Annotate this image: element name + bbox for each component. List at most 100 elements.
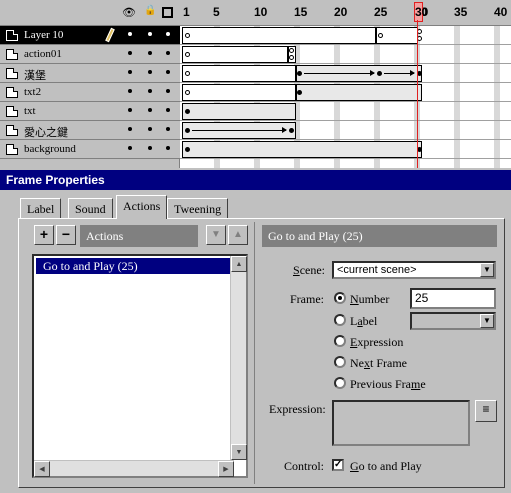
lock-dot[interactable] [148,32,152,36]
actions-header: Actions [80,225,198,247]
remove-action-button[interactable]: − [56,225,76,245]
tab-label[interactable]: Label [20,198,62,218]
keyframe[interactable] [185,128,190,133]
scroll-right-button[interactable]: ▶ [218,461,234,477]
frame-span[interactable] [182,27,376,44]
scroll-down-button[interactable]: ▼ [231,444,247,460]
ruler-label: 25 [374,5,388,19]
lock-icon[interactable]: 🔒 [144,5,156,16]
layer-row-background[interactable]: background [0,140,180,159]
keyframe[interactable] [377,71,382,76]
empty-keyframe[interactable] [378,33,383,38]
expression-editor-button[interactable]: ≡ [475,400,497,422]
number-radio[interactable] [334,292,346,304]
outline-icon[interactable] [162,7,173,18]
layer-row-txt2[interactable]: txt2 [0,83,180,102]
outline-dot[interactable] [166,127,170,131]
ruler-label: 10 [254,5,268,19]
layer-name: txt2 [24,86,42,98]
frames-grid[interactable] [180,26,511,168]
move-up-button[interactable]: ▲ [228,225,248,245]
layer-row-heart-key[interactable]: 愛心之鍵 [0,121,180,140]
frame-ruler[interactable]: 1 5 10 15 20 25 30 35 40 [180,0,511,26]
chevron-down-icon[interactable]: ▼ [480,314,494,328]
lock-dot[interactable] [148,70,152,74]
outline-dot[interactable] [166,108,170,112]
expression-radio[interactable] [334,335,346,347]
layer-icon [6,87,18,98]
frame-row [180,121,511,140]
visible-dot[interactable] [128,32,132,36]
visible-dot[interactable] [128,108,132,112]
number-radio-label: Number [350,292,390,306]
outline-dot[interactable] [166,146,170,150]
tab-tweening[interactable]: Tweening [167,198,229,218]
horizontal-scrollbar[interactable]: ◀ ▶ [34,460,234,477]
layer-icon [6,68,18,79]
add-action-button[interactable]: + [34,225,54,245]
playhead[interactable]: 30 [414,0,428,168]
keyframe[interactable] [289,128,294,133]
list-item[interactable]: Go to and Play (25) [36,258,232,274]
expression-field[interactable] [332,400,470,446]
ruler-label: 15 [294,5,308,19]
frame-span[interactable] [182,84,296,101]
layer-icon [6,144,18,155]
visible-dot[interactable] [128,146,132,150]
visible-dot[interactable] [128,51,132,55]
empty-keyframe[interactable] [185,71,190,76]
layer-row-action01[interactable]: action01 [0,45,180,64]
eye-icon[interactable]: 👁 [122,6,136,19]
outline-dot[interactable] [166,32,170,36]
lock-dot[interactable] [148,51,152,55]
empty-keyframe[interactable] [289,55,294,60]
keyframe[interactable] [297,90,302,95]
scene-dropdown[interactable]: <current scene> ▼ [332,261,496,279]
frame-row [180,64,511,83]
empty-keyframe[interactable] [185,90,190,95]
frame-span[interactable] [182,103,296,120]
vertical-scrollbar[interactable]: ▲ ▼ [230,256,247,460]
previous-frame-radio[interactable] [334,377,346,389]
frame-span[interactable] [296,84,422,101]
layer-row-txt[interactable]: txt [0,102,180,121]
outline-dot[interactable] [166,51,170,55]
layer-row-layer-10[interactable]: Layer 10 [0,26,180,45]
visible-dot[interactable] [128,89,132,93]
action-list[interactable]: Go to and Play (25) ▲ ▼ ◀ ▶ [32,254,248,478]
playhead-marker[interactable]: 30 [414,2,428,22]
label-dropdown[interactable]: ▼ [410,312,496,330]
outline-dot[interactable] [166,89,170,93]
visible-dot[interactable] [128,70,132,74]
tab-actions[interactable]: Actions [116,195,168,219]
move-down-button[interactable]: ▼ [206,225,226,245]
scroll-left-button[interactable]: ◀ [34,461,50,477]
tab-sound[interactable]: Sound [68,198,113,218]
lock-dot[interactable] [148,89,152,93]
go-to-and-play-checkbox[interactable]: ✓ [332,459,344,471]
keyframe[interactable] [185,147,190,152]
keyframe[interactable] [185,109,190,114]
empty-keyframe[interactable] [185,33,190,38]
next-frame-radio[interactable] [334,356,346,368]
lock-dot[interactable] [148,146,152,150]
tween-arrow [304,70,375,76]
frame-span[interactable] [182,46,288,63]
keyframe[interactable] [297,71,302,76]
visible-dot[interactable] [128,127,132,131]
chevron-down-icon[interactable]: ▼ [480,263,494,277]
layer-header: 👁 🔒 [0,0,180,26]
layer-name: 漢堡 [24,70,46,82]
ruler-label: 1 [183,5,190,19]
number-field[interactable]: 25 [410,288,496,309]
scroll-up-button[interactable]: ▲ [231,256,247,272]
empty-keyframe[interactable] [185,52,190,57]
lock-dot[interactable] [148,127,152,131]
label-radio[interactable] [334,314,346,326]
layer-row-hamburger[interactable]: 漢堡 [0,64,180,83]
frame-span[interactable] [182,141,422,158]
action-marker[interactable] [289,48,294,53]
outline-dot[interactable] [166,70,170,74]
frame-span[interactable] [182,65,296,82]
lock-dot[interactable] [148,108,152,112]
